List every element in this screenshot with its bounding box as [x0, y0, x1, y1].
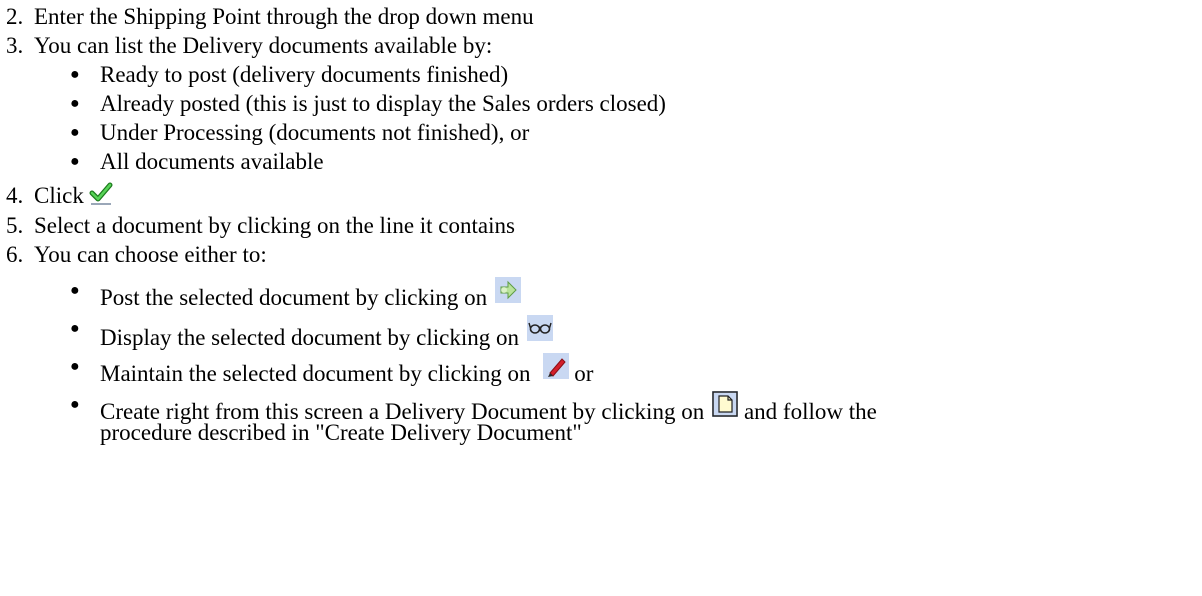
- step-number: 2.: [6, 4, 24, 29]
- display-glasses-icon[interactable]: [527, 315, 553, 341]
- list-item-text: Maintain the selected document by clicki…: [100, 361, 531, 386]
- list-item-text: Display the selected document by clickin…: [100, 325, 519, 350]
- create-document-icon[interactable]: [712, 391, 739, 417]
- maintain-pencil-icon[interactable]: [542, 353, 569, 379]
- bullet-icon: ●: [70, 282, 80, 299]
- bullet-icon: ●: [70, 396, 80, 413]
- step-number: 5.: [6, 213, 24, 238]
- bullet-icon: ●: [70, 358, 80, 375]
- step-text: Enter the Shipping Point through the dro…: [34, 4, 534, 29]
- or-text: or: [574, 361, 594, 386]
- list-item-text: Under Processing (documents not finished…: [100, 120, 530, 145]
- checkmark-icon[interactable]: [88, 182, 114, 208]
- step-number: 6.: [6, 242, 24, 267]
- bullet-icon: ●: [70, 95, 80, 112]
- step-number: 4.: [6, 183, 24, 208]
- bullet-icon: ●: [70, 124, 80, 141]
- list-item-text: All documents available: [100, 149, 324, 174]
- step-text: You can choose either to:: [34, 242, 267, 267]
- step-text: Select a document by clicking on the lin…: [34, 213, 515, 238]
- post-arrow-icon[interactable]: [495, 277, 522, 303]
- list-item-text: Already posted (this is just to display …: [100, 91, 666, 116]
- bullet-icon: ●: [70, 66, 80, 83]
- step-number: 3.: [6, 33, 24, 58]
- step-text: You can list the Delivery documents avai…: [34, 33, 493, 58]
- list-item-text: Ready to post (delivery documents finish…: [100, 62, 509, 87]
- continuation-text: and follow the: [743, 399, 877, 424]
- list-item-text: procedure described in "Create Delivery …: [100, 420, 582, 445]
- bullet-icon: ●: [70, 320, 80, 337]
- step-text: Click: [34, 183, 84, 208]
- bullet-icon: ●: [70, 153, 80, 170]
- list-item-text: Post the selected document by clicking o…: [100, 285, 488, 310]
